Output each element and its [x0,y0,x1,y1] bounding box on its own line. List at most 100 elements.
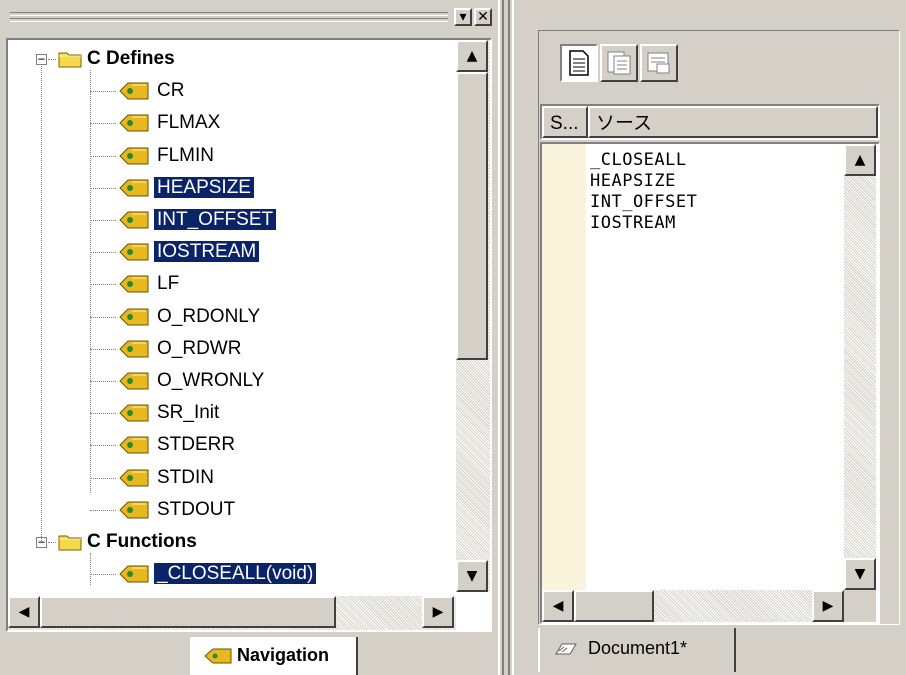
tag-icon [204,648,232,664]
tree-item[interactable]: IOSTREAM [154,237,260,267]
tree-connector [90,252,116,254]
vertical-scrollbar[interactable]: ▲ ▼ [456,40,490,592]
tree-item-label: IOSTREAM [154,241,260,263]
tag-icon [119,501,149,519]
pane-splitter[interactable] [496,0,516,675]
tree-item[interactable]: HEAPSIZE [154,173,254,203]
source-line[interactable]: HEAPSIZE [590,171,676,192]
vertical-scroll-thumb[interactable] [456,72,488,360]
tree-connector [90,220,116,221]
source-horizontal-scroll-thumb[interactable] [574,590,654,622]
source-line[interactable]: IOSTREAM [590,213,676,234]
folder-icon [58,52,82,68]
tree-item[interactable]: INT_OFFSET [154,205,277,235]
tree-connector [90,413,116,415]
function-icon [607,51,631,75]
tree-item-label: CR [157,80,185,102]
source-line[interactable]: _CLOSEALL [590,150,687,171]
horizontal-scrollbar[interactable]: ◀ ▶ [8,596,456,630]
tree-connector [90,574,116,576]
tree-item-label: STDOUT [157,498,236,520]
source-vertical-scrollbar[interactable]: ▲ ▼ [844,144,876,590]
panel-title-bar[interactable]: ▾ ✕ [6,6,494,32]
tab-navigation[interactable]: Navigation [190,637,358,675]
toolbar-document-button[interactable] [560,44,598,82]
tree-folder-label: C Defines [87,48,175,69]
tag-icon [119,243,149,261]
tree-connector [90,509,116,511]
title-grip [10,18,448,22]
toolbar-function-button[interactable] [600,44,638,82]
tree-connector [90,381,116,382]
scroll-up-button[interactable]: ▲ [456,40,488,72]
tree-item-label: LF [157,273,180,295]
tree-item-label: INT_OFFSET [154,209,277,230]
tree-connector [48,542,56,543]
line-gutter [542,144,586,592]
tag-icon [119,82,149,100]
tree-connector [90,155,116,157]
tree-item[interactable]: _CLOSEALL(void) [154,559,317,588]
tab-document1[interactable]: Document1* [538,628,736,672]
scroll-down-button[interactable]: ▼ [456,560,488,592]
tree-content[interactable]: − C Defines CR FLMAX FLMIN HEAPSIZE INT_OFFSET… [8,40,454,588]
source-scroll-up-button[interactable]: ▲ [844,144,876,176]
tag-icon [119,308,149,326]
tree-connector [90,477,116,479]
tree-item[interactable]: O_RDONLY [154,302,263,332]
tree-connector [90,123,116,125]
tree-item[interactable]: STDERR [154,430,238,460]
tree-expander[interactable]: − [36,53,47,65]
tag-icon [119,340,149,358]
tree-item-label: O_RDONLY [157,305,261,327]
tag-icon [119,211,149,229]
tree-connector [90,553,91,586]
panel-menu-button[interactable]: ▾ [454,8,472,26]
tree-item[interactable]: LF [154,269,182,299]
folder-icon [58,535,82,551]
tree-item[interactable]: O_WRONLY [154,366,267,396]
tree-item-label: HEAPSIZE [154,176,254,198]
tree-folder[interactable]: C Defines [84,44,178,74]
navigation-panel: ▾ ✕ − C Defines CR FLMAX FLMIN HEAPSIZE INT_OF… [0,0,496,675]
tree-connector [90,91,116,93]
tree-item-label: _CLOSEALL(void) [154,563,317,585]
tree-item[interactable]: STDIN [154,463,217,493]
tree-item[interactable]: FLMAX [154,108,223,138]
toolbar-define-button[interactable] [640,44,678,82]
tree-connector [41,66,42,541]
source-scroll-right-button[interactable]: ▶ [812,590,844,622]
tree-item-label: FLMIN [157,144,214,166]
column-header-source[interactable]: ソース [588,106,878,138]
document-icon [569,50,589,76]
tree-folder-label: C Functions [87,531,197,552]
scroll-left-button[interactable]: ◀ [8,596,40,628]
source-horizontal-scrollbar[interactable]: ◀ ▶ [542,590,844,622]
source-list-header: S... ソース [540,104,880,140]
source-list[interactable]: _CLOSEALL HEAPSIZE INT_OFFSET IOSTREAM ▲ ▼ … [540,142,880,624]
horizontal-scroll-thumb[interactable] [40,596,336,628]
tag-icon [119,147,149,165]
tree-item-label: SR_Init [157,402,220,424]
tree-item-label: STDERR [157,434,236,456]
tree-folder[interactable]: C Functions [84,527,200,557]
panel-close-button[interactable]: ✕ [474,8,492,26]
source-scroll-down-button[interactable]: ▼ [844,558,876,590]
tree-item[interactable]: CR [154,76,187,106]
scroll-right-button[interactable]: ▶ [422,596,454,628]
source-line[interactable]: INT_OFFSET [590,192,697,213]
tree-view[interactable]: − C Defines CR FLMAX FLMIN HEAPSIZE INT_OFFSET… [6,38,492,632]
tag-icon [119,275,149,293]
source-scroll-corner [844,590,876,622]
tree-item[interactable]: FLMIN [154,141,217,171]
splitter-edge [512,0,514,675]
tree-item[interactable]: SR_Init [154,398,222,428]
tree-connector [90,445,116,447]
tab-document1-label: Document1* [588,638,688,658]
tree-item[interactable]: O_RDWR [154,334,244,364]
column-header-s[interactable]: S... [542,106,588,138]
tree-item[interactable]: STDOUT [154,495,238,525]
scroll-corner [456,596,490,630]
source-scroll-left-button[interactable]: ◀ [542,590,574,622]
tree-item-label: STDIN [157,466,214,488]
